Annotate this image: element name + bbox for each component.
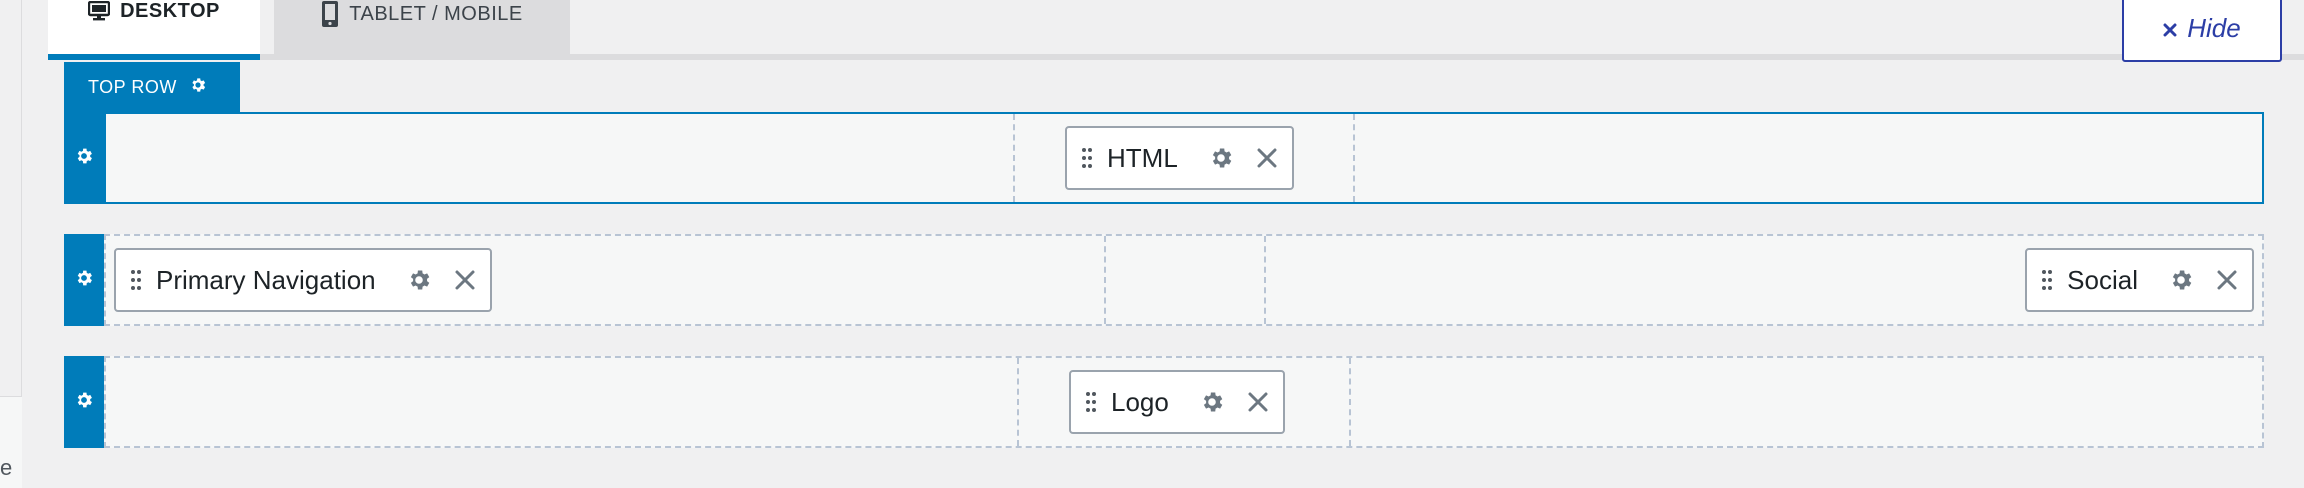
primary-navigation-item[interactable]: Primary Navigation — [114, 248, 492, 312]
primary-navigation-label: Primary Navigation — [156, 264, 376, 295]
drag-handle-icon[interactable] — [130, 269, 142, 291]
drag-handle-icon[interactable] — [1081, 147, 1093, 169]
bottom-row-drop-area[interactable]: Logo — [104, 356, 2264, 448]
tab-desktop[interactable]: DESKTOP — [48, 0, 260, 60]
gear-icon — [189, 76, 207, 99]
gear-icon — [74, 146, 94, 171]
gear-icon[interactable] — [1208, 145, 1234, 171]
logo-item-label: Logo — [1111, 386, 1169, 417]
main-row: Primary Navigation Social — [64, 234, 2264, 326]
html-item-label: HTML — [1107, 142, 1178, 173]
close-icon[interactable] — [1256, 147, 1278, 169]
top-row-center-zone[interactable]: HTML — [1013, 114, 1355, 202]
top-row-drop-area[interactable]: HTML — [104, 112, 2264, 204]
gear-icon[interactable] — [1199, 389, 1225, 415]
bottom-row-center-zone[interactable]: Logo — [1017, 358, 1351, 446]
main-row-drop-area[interactable]: Primary Navigation Social — [104, 234, 2264, 326]
tab-desktop-label: DESKTOP — [120, 0, 220, 22]
top-row-settings-button[interactable] — [64, 112, 104, 204]
gear-icon — [74, 390, 94, 415]
tablet-icon — [321, 0, 339, 28]
admin-menu-edge: e — [0, 0, 22, 488]
hide-button[interactable]: Hide — [2122, 0, 2282, 62]
tab-tablet-mobile[interactable]: TABLET / MOBILE — [274, 0, 570, 54]
hide-button-label: Hide — [2187, 12, 2241, 43]
bottom-row-settings-button[interactable] — [64, 356, 104, 448]
main-row-settings-button[interactable] — [64, 234, 104, 326]
close-icon[interactable] — [2216, 269, 2238, 291]
main-row-center-zone[interactable] — [1104, 236, 1266, 324]
logo-item[interactable]: Logo — [1069, 370, 1285, 434]
desktop-icon — [88, 1, 111, 21]
drag-handle-icon[interactable] — [2041, 269, 2053, 291]
drag-handle-icon[interactable] — [1085, 391, 1097, 413]
close-icon[interactable] — [454, 269, 476, 291]
device-tabs: DESKTOP TABLET / MOBILE — [48, 0, 570, 60]
close-icon[interactable] — [1247, 391, 1269, 413]
social-item[interactable]: Social — [2025, 248, 2254, 312]
admin-menu-stub: e — [0, 396, 22, 488]
top-row: HTML — [64, 112, 2264, 204]
gear-icon[interactable] — [2168, 267, 2194, 293]
admin-edge-glyph: e — [0, 455, 13, 480]
bottom-row: Logo — [64, 356, 2264, 448]
gear-icon — [74, 268, 94, 293]
social-item-label: Social — [2067, 264, 2138, 295]
gear-icon[interactable] — [406, 267, 432, 293]
top-row-label-text: TOP ROW — [88, 76, 177, 97]
close-icon — [2163, 13, 2177, 44]
html-item[interactable]: HTML — [1065, 126, 1294, 190]
tab-tablet-mobile-label: TABLET / MOBILE — [349, 2, 523, 25]
top-row-label[interactable]: TOP ROW — [64, 62, 240, 112]
